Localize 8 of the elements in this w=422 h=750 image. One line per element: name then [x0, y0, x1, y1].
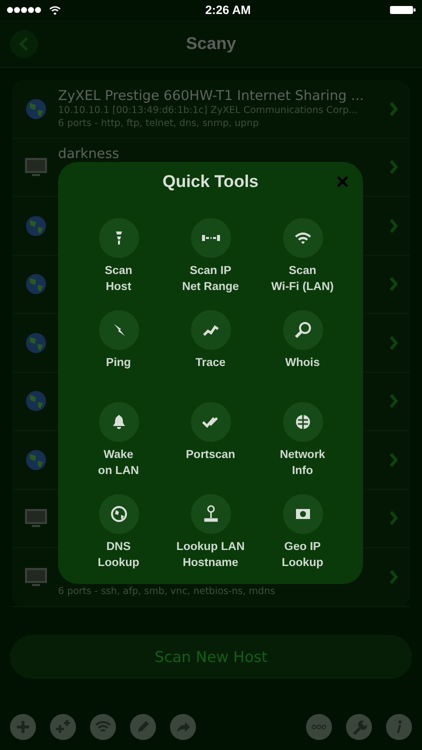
dialog-title: Quick Tools [162, 172, 259, 192]
host-ports: 6 ports - http, ftp, telnet, dns, snmp, upnp [58, 116, 259, 130]
nav-title: Scany [186, 34, 236, 54]
host-name: darkness [58, 146, 120, 162]
host-address: 10.10.10.1 [00:13:49:d6:1b:1c] ZyXEL Communications Corp... [58, 104, 358, 117]
host-name: ZyXEL Prestige 660HW-T1 Internet Sharing ... [58, 88, 364, 104]
status-time: 2:26 AM [205, 3, 251, 17]
host-ports: 6 ports - ssh, afp, smb, vnc, netbios-ns, mdns [58, 585, 276, 598]
